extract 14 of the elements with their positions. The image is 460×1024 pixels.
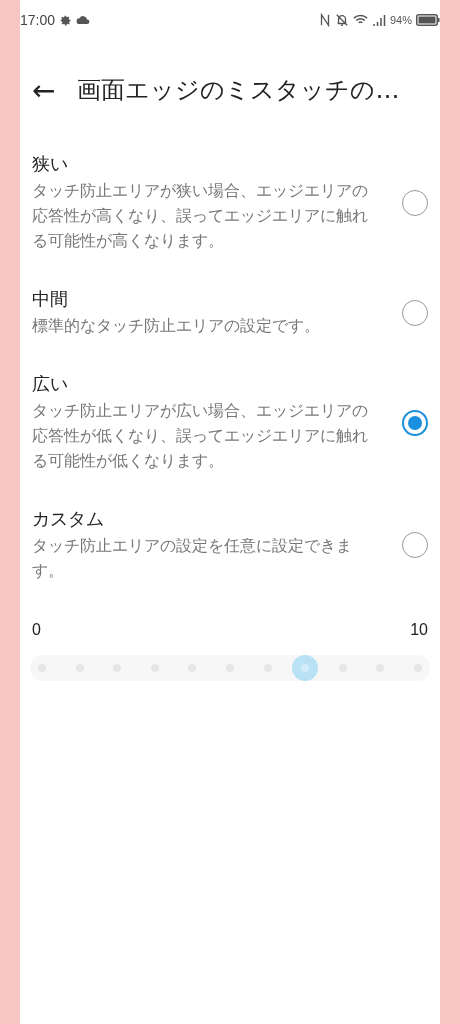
option-title: カスタム <box>32 507 105 531</box>
back-button[interactable]: ← <box>32 73 56 107</box>
battery-percent: 94% <box>389 14 412 26</box>
page-title: 画面エッジのミスタッチの… <box>77 75 400 106</box>
option-title: 中間 <box>32 287 69 311</box>
option-description: 標準的なタッチ防止エリアの設定です。 <box>32 315 321 337</box>
option-description: タッチ防止エリアが広い場合、エッジエリアの応答性が低くなり、誤ってエッジエリアに触れる可能性が低くなります。 <box>32 400 369 472</box>
option-title: 狭い <box>32 152 69 176</box>
option-title: 広い <box>32 372 69 396</box>
option-description: タッチ防止エリアの設定を任意に設定できます。 <box>32 535 353 582</box>
slider-max-label: 10 <box>410 621 428 639</box>
option-description: タッチ防止エリアが狭い場合、エッジエリアの応答性が高くなり、誤ってエッジエリアに触れる可能性が高くなります。 <box>32 180 369 252</box>
slider-min-label: 0 <box>32 621 41 639</box>
status-time: 17:00 <box>20 12 56 28</box>
